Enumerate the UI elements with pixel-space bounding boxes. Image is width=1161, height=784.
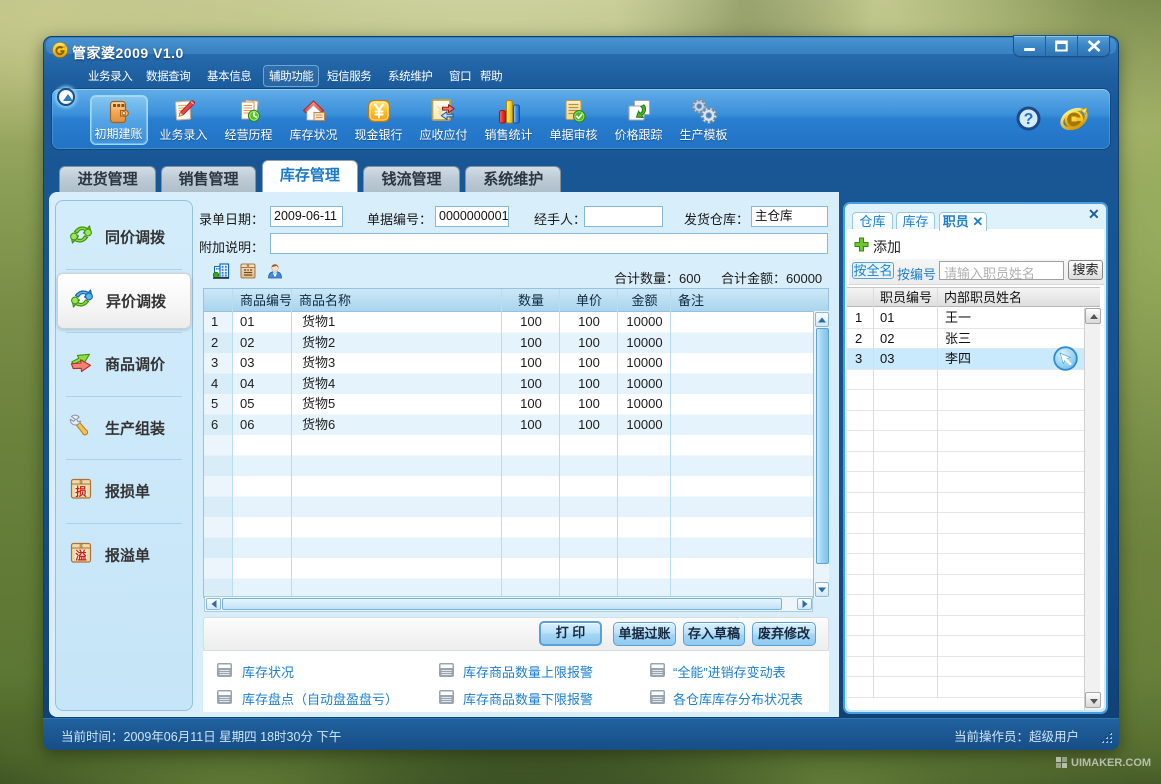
svg-text:溢: 溢 (75, 548, 87, 562)
svg-text:?: ? (1024, 111, 1034, 128)
svg-text:损: 损 (75, 484, 87, 498)
